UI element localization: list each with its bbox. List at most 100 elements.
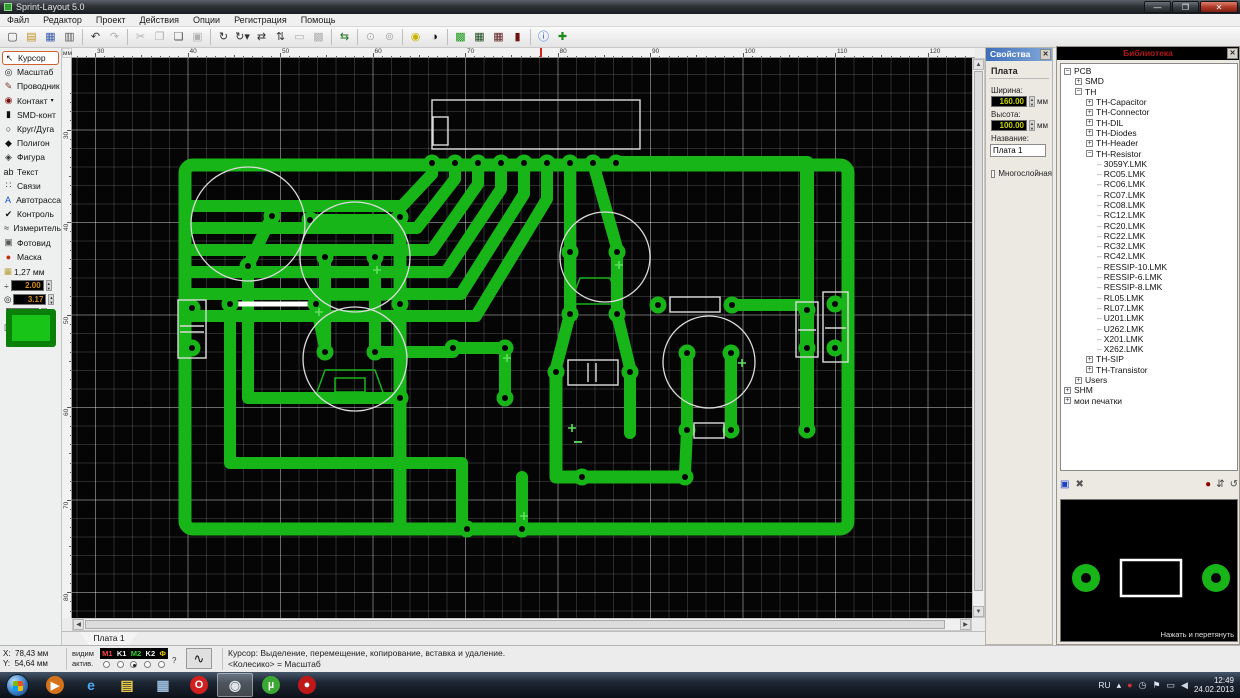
board-height-field[interactable]: 100.00	[991, 120, 1027, 131]
tray-volume[interactable]: ◀	[1181, 680, 1188, 691]
redo-icon[interactable]: ↷	[105, 28, 124, 46]
layer-radio-Ф[interactable]	[157, 661, 165, 668]
clock[interactable]: 12:49 24.02.2013	[1194, 676, 1234, 694]
tree-item-SHM[interactable]: + SHM	[1064, 385, 1237, 395]
tree-item-X201.LMK[interactable]: – X201.LMK	[1064, 334, 1237, 344]
layer-toggle-K1[interactable]: K1	[117, 649, 127, 658]
tree-item-TH-Header[interactable]: + TH-Header	[1064, 138, 1237, 148]
maximize-button[interactable]: ❐	[1172, 1, 1199, 13]
tree-item-PCB[interactable]: − PCB	[1064, 66, 1237, 76]
invert-view-icon[interactable]: ◑	[425, 28, 444, 46]
tree-item-RC42.LMK[interactable]: – RC42.LMK	[1064, 251, 1237, 261]
lock-icon[interactable]: ⊙	[361, 28, 380, 46]
tree-item-3059Y.LMK[interactable]: –3059Y.LMK	[1064, 159, 1237, 169]
tree-item-TH-Capacitor[interactable]: + TH-Capacitor	[1064, 97, 1237, 107]
tool-mask[interactable]: ● Маска	[0, 250, 61, 264]
grid-setting[interactable]: ▦ 1,27 мм	[0, 266, 61, 278]
tool-polygon[interactable]: ◆ Полигон	[0, 136, 61, 150]
change-layer-icon[interactable]: ⇆	[335, 28, 354, 46]
pcb-canvas[interactable]	[72, 58, 972, 618]
rotate-icon[interactable]: ↻	[214, 28, 233, 46]
tree-item-RC05.LMK[interactable]: – RC05.LMK	[1064, 169, 1237, 179]
tool-pad[interactable]: ◉ Контакт ▾	[0, 94, 61, 108]
menu-item-помощь[interactable]: Помощь	[294, 14, 343, 26]
autoroute-settings-icon[interactable]: ✚	[553, 28, 572, 46]
undo-icon[interactable]: ↶	[86, 28, 105, 46]
tree-item-TH[interactable]: − TH	[1064, 87, 1237, 97]
tree-item-TH-Connector[interactable]: + TH-Connector	[1064, 107, 1237, 117]
scroll-up-arrow[interactable]: ▲	[973, 59, 984, 70]
layer-help[interactable]: ?	[172, 656, 176, 665]
layer-visibility-box[interactable]: М1 K1 М2 K2 Ф	[100, 648, 168, 659]
tool-track[interactable]: ✎ Проводник	[0, 79, 61, 93]
layer-m1-icon[interactable]: ▦	[470, 28, 489, 46]
board-name-input[interactable]	[990, 144, 1046, 157]
tool-zoom-tool[interactable]: ◎ Масштаб	[0, 65, 61, 79]
tree-item-RL07.LMK[interactable]: – RL07.LMK	[1064, 303, 1237, 313]
unlock-icon[interactable]: ⊚	[380, 28, 399, 46]
layer-m2-icon[interactable]: ▦	[489, 28, 508, 46]
tray-display[interactable]: ▭	[1167, 680, 1176, 691]
tray-clock[interactable]: ◷	[1139, 680, 1147, 691]
refresh-library-icon[interactable]: ↺	[1230, 479, 1238, 490]
align-icon[interactable]: ▭	[290, 28, 309, 46]
tree-item-TH-Resistor[interactable]: − TH-Resistor	[1064, 148, 1237, 159]
tool-smd-pad[interactable]: ▮ SMD-конт	[0, 108, 61, 122]
taskbar-media-player-icon[interactable]: ▶	[37, 673, 73, 697]
menu-item-редактор[interactable]: Редактор	[36, 14, 89, 26]
menu-item-опции[interactable]: Опции	[186, 14, 227, 26]
tree-item-X262.LMK[interactable]: – X262.LMK	[1064, 344, 1237, 354]
expand-icon[interactable]: +	[1075, 376, 1082, 384]
scroll-left-arrow[interactable]: ◀	[73, 619, 84, 630]
open-folder-icon[interactable]: ▤	[22, 28, 41, 46]
tree-item-RC07.LMK[interactable]: – RC07.LMK	[1064, 190, 1237, 200]
tree-item-TH-SIP[interactable]: + TH-SIP	[1064, 354, 1237, 364]
collapse-icon[interactable]: −	[1075, 88, 1082, 96]
expand-icon[interactable]: +	[1075, 77, 1082, 85]
vertical-scrollbar[interactable]: ▲ ▼	[972, 58, 985, 618]
pad-size-spinner[interactable]: ▲▼	[48, 294, 55, 306]
expand-icon[interactable]: +	[1064, 397, 1071, 405]
taskbar-file-explorer-icon[interactable]: ▤	[109, 673, 145, 697]
scroll-down-arrow[interactable]: ▼	[973, 606, 984, 617]
tree-item-RC32.LMK[interactable]: – RC32.LMK	[1064, 241, 1237, 251]
delete-item-icon[interactable]: ✖	[1075, 479, 1083, 490]
tool-measure[interactable]: ≈ Измеритель	[0, 221, 61, 235]
track-width-spinner[interactable]: ▲ ▼	[45, 280, 52, 292]
horizontal-scroll-thumb[interactable]	[85, 620, 945, 629]
tree-item-TH-DIL[interactable]: + TH-DIL	[1064, 117, 1237, 128]
tree-item-мои печатки[interactable]: + мои печатки	[1064, 396, 1237, 406]
taskbar-utorrent-icon[interactable]: µ	[253, 673, 289, 697]
tool-photoview[interactable]: ▣ Фотовид	[0, 235, 61, 249]
print-icon[interactable]: ▥	[60, 28, 79, 46]
cut-icon[interactable]: ✂	[131, 28, 150, 46]
vertical-scroll-thumb[interactable]	[974, 71, 983, 591]
tool-special-form[interactable]: ◈ Фигура	[0, 150, 61, 164]
tool-text[interactable]: ab Текст	[0, 165, 61, 179]
taskbar-internet-explorer-icon[interactable]: e	[73, 673, 109, 697]
minimize-button[interactable]: —	[1144, 1, 1171, 13]
tool-cursor[interactable]: ↖ Курсор	[2, 51, 59, 66]
dropdown-caret-icon[interactable]: ▾	[51, 97, 54, 104]
tree-item-RC12.LMK[interactable]: – RC12.LMK	[1064, 210, 1237, 220]
board-width-field[interactable]: 160.00	[991, 96, 1027, 107]
layer-toggle-Ф[interactable]: Ф	[159, 649, 165, 658]
tree-item-RESSIP-6.LMK[interactable]: – RESSIP-6.LMK	[1064, 272, 1237, 282]
sort-items-icon[interactable]: ⇵	[1216, 479, 1224, 490]
flip-vertical-icon[interactable]: ⇅	[271, 28, 290, 46]
start-button[interactable]	[6, 673, 29, 697]
component-preview[interactable]: Нажать и перетянуть	[1060, 499, 1238, 642]
layer-toggle-М1[interactable]: М1	[102, 649, 112, 658]
layer-radio-М1[interactable]	[103, 661, 111, 668]
tool-connections[interactable]: ∷ Связи	[0, 179, 61, 193]
new-icon[interactable]: ▢	[3, 28, 22, 46]
expand-icon[interactable]: +	[1086, 108, 1093, 116]
tree-item-RESSIP-10.LMK[interactable]: – RESSIP-10.LMK	[1064, 262, 1237, 272]
menu-item-файл[interactable]: Файл	[0, 14, 36, 26]
flip-horizontal-icon[interactable]: ⇄	[252, 28, 271, 46]
tree-item-RC06.LMK[interactable]: – RC06.LMK	[1064, 179, 1237, 189]
width-spinner[interactable]: ▲ ▼	[1029, 96, 1035, 107]
tree-item-RC22.LMK[interactable]: – RC22.LMK	[1064, 231, 1237, 241]
tree-item-RESSIP-8.LMK[interactable]: – RESSIP-8.LMK	[1064, 282, 1237, 292]
tree-item-SMD[interactable]: + SMD	[1064, 76, 1237, 86]
